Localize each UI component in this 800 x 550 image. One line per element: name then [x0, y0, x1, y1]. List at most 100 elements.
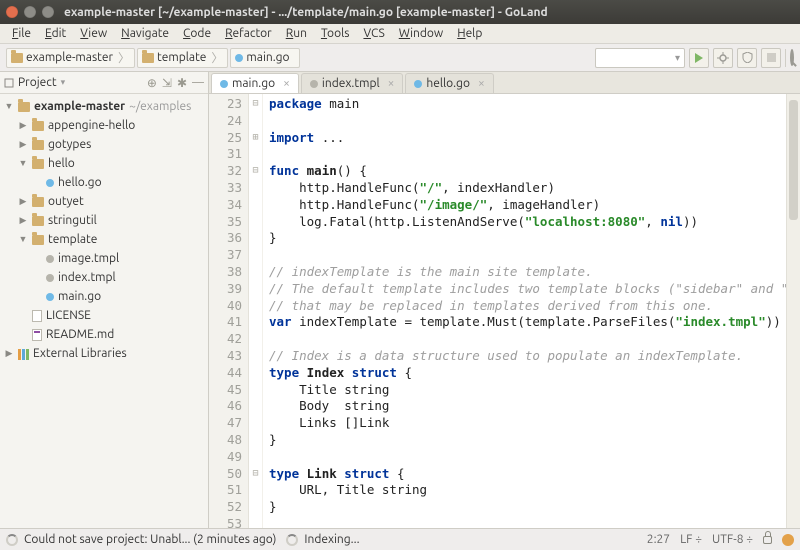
- autoscroll-icon[interactable]: ⊕: [147, 76, 157, 90]
- code-line[interactable]: }: [269, 499, 786, 516]
- code-line[interactable]: }: [269, 432, 786, 449]
- hector-icon[interactable]: [782, 534, 794, 546]
- tree-arrow-icon[interactable]: ▼: [4, 98, 14, 115]
- fold-handle[interactable]: [249, 146, 262, 163]
- menu-refactor[interactable]: Refactor: [219, 26, 278, 41]
- fold-handle[interactable]: ⊟: [249, 466, 262, 483]
- line-number[interactable]: 35: [211, 214, 242, 231]
- line-number[interactable]: 51: [211, 482, 242, 499]
- fold-handle[interactable]: ⊞: [249, 130, 262, 147]
- line-number[interactable]: 24: [211, 113, 242, 130]
- menu-window[interactable]: Window: [393, 26, 449, 41]
- line-number[interactable]: 52: [211, 499, 242, 516]
- editor-tab[interactable]: main.go×: [211, 73, 299, 93]
- menu-code[interactable]: Code: [177, 26, 217, 41]
- line-number[interactable]: 50: [211, 466, 242, 483]
- tree-node[interactable]: ▶outyet: [4, 192, 208, 211]
- fold-handle[interactable]: [249, 365, 262, 382]
- menu-view[interactable]: View: [74, 26, 113, 41]
- code-line[interactable]: type Link struct {: [269, 466, 786, 483]
- file-encoding[interactable]: UTF-8 ÷: [712, 533, 753, 546]
- gear-icon[interactable]: ✱: [177, 76, 187, 90]
- project-view-selector[interactable]: Project ▾: [4, 76, 65, 89]
- tree-arrow-icon[interactable]: ▶: [18, 117, 28, 134]
- menu-run[interactable]: Run: [280, 26, 313, 41]
- vertical-scrollbar[interactable]: [786, 94, 800, 528]
- code-line[interactable]: [269, 516, 786, 528]
- fold-handle[interactable]: [249, 449, 262, 466]
- code-line[interactable]: // The default template includes two tem…: [269, 281, 786, 298]
- fold-handle[interactable]: [249, 499, 262, 516]
- menu-edit[interactable]: Edit: [39, 26, 72, 41]
- fold-handle[interactable]: [249, 331, 262, 348]
- fold-handle[interactable]: [249, 516, 262, 528]
- line-number[interactable]: 25: [211, 130, 242, 147]
- code-line[interactable]: func main() {: [269, 163, 786, 180]
- tree-node[interactable]: hello.go: [4, 173, 208, 192]
- line-number[interactable]: 33: [211, 180, 242, 197]
- window-minimize-button[interactable]: [24, 6, 36, 18]
- code-line[interactable]: Links []Link: [269, 415, 786, 432]
- tree-node[interactable]: ▼hello: [4, 154, 208, 173]
- breadcrumb[interactable]: example-mastertemplatemain.go: [6, 48, 300, 68]
- scrollbar-thumb[interactable]: [789, 100, 798, 220]
- editor-tab[interactable]: hello.go×: [405, 73, 493, 93]
- code-text-area[interactable]: package main import ... func main() { ht…: [263, 94, 786, 528]
- code-line[interactable]: // that may be replaced in templates der…: [269, 298, 786, 315]
- line-separator[interactable]: LF ÷: [680, 533, 702, 546]
- fold-handle[interactable]: [249, 197, 262, 214]
- code-line[interactable]: Body string: [269, 398, 786, 415]
- menu-tools[interactable]: Tools: [315, 26, 356, 41]
- line-number[interactable]: 43: [211, 348, 242, 365]
- fold-handle[interactable]: [249, 415, 262, 432]
- readonly-lock-icon[interactable]: [763, 536, 772, 544]
- code-line[interactable]: import ...: [269, 130, 786, 147]
- code-line[interactable]: [269, 247, 786, 264]
- line-number[interactable]: 46: [211, 398, 242, 415]
- project-tool-header[interactable]: Project ▾ ⊕ ⇲ ✱ —: [0, 72, 208, 94]
- fold-handle[interactable]: ⊟: [249, 96, 262, 113]
- fold-handle[interactable]: [249, 113, 262, 130]
- line-number[interactable]: 42: [211, 331, 242, 348]
- project-tree[interactable]: ▼example-master ~/examples▶appengine-hel…: [0, 94, 208, 528]
- collapse-all-icon[interactable]: ⇲: [162, 76, 172, 90]
- line-number[interactable]: 53: [211, 516, 242, 528]
- fold-handle[interactable]: [249, 382, 262, 399]
- run-coverage-button[interactable]: [737, 48, 757, 68]
- status-message[interactable]: Could not save project: Unabl... (2 minu…: [24, 533, 276, 546]
- code-line[interactable]: package main: [269, 96, 786, 113]
- code-line[interactable]: [269, 331, 786, 348]
- line-number[interactable]: 49: [211, 449, 242, 466]
- line-number[interactable]: 32: [211, 163, 242, 180]
- line-number[interactable]: 44: [211, 365, 242, 382]
- line-number[interactable]: 37: [211, 247, 242, 264]
- debug-button[interactable]: [713, 48, 733, 68]
- tree-node[interactable]: main.go: [4, 287, 208, 306]
- window-close-button[interactable]: [6, 6, 18, 18]
- indexing-label[interactable]: Indexing...: [304, 533, 359, 546]
- fold-handle[interactable]: [249, 264, 262, 281]
- caret-position[interactable]: 2:27: [647, 533, 670, 546]
- line-number[interactable]: 48: [211, 432, 242, 449]
- tab-close-icon[interactable]: ×: [283, 77, 290, 90]
- tree-arrow-icon[interactable]: ▶: [18, 193, 28, 210]
- code-line[interactable]: // indexTemplate is the main site templa…: [269, 264, 786, 281]
- code-line[interactable]: log.Fatal(http.ListenAndServe("localhost…: [269, 214, 786, 231]
- window-maximize-button[interactable]: [42, 6, 54, 18]
- menu-navigate[interactable]: Navigate: [115, 26, 175, 41]
- line-number[interactable]: 45: [211, 382, 242, 399]
- tree-arrow-icon[interactable]: ▶: [18, 136, 28, 153]
- run-config-selector[interactable]: [595, 48, 685, 68]
- menu-help[interactable]: Help: [451, 26, 488, 41]
- fold-handle[interactable]: ⊟: [249, 163, 262, 180]
- code-line[interactable]: // Index is a data structure used to pop…: [269, 348, 786, 365]
- code-line[interactable]: }: [269, 230, 786, 247]
- tree-node[interactable]: ▼example-master ~/examples: [4, 97, 208, 116]
- tree-arrow-icon[interactable]: ▼: [18, 231, 28, 248]
- hide-icon[interactable]: —: [192, 76, 204, 90]
- breadcrumb-item[interactable]: example-master: [6, 48, 135, 68]
- stop-button[interactable]: [761, 48, 781, 68]
- code-line[interactable]: type Index struct {: [269, 365, 786, 382]
- menu-file[interactable]: File: [6, 26, 37, 41]
- code-line[interactable]: [269, 449, 786, 466]
